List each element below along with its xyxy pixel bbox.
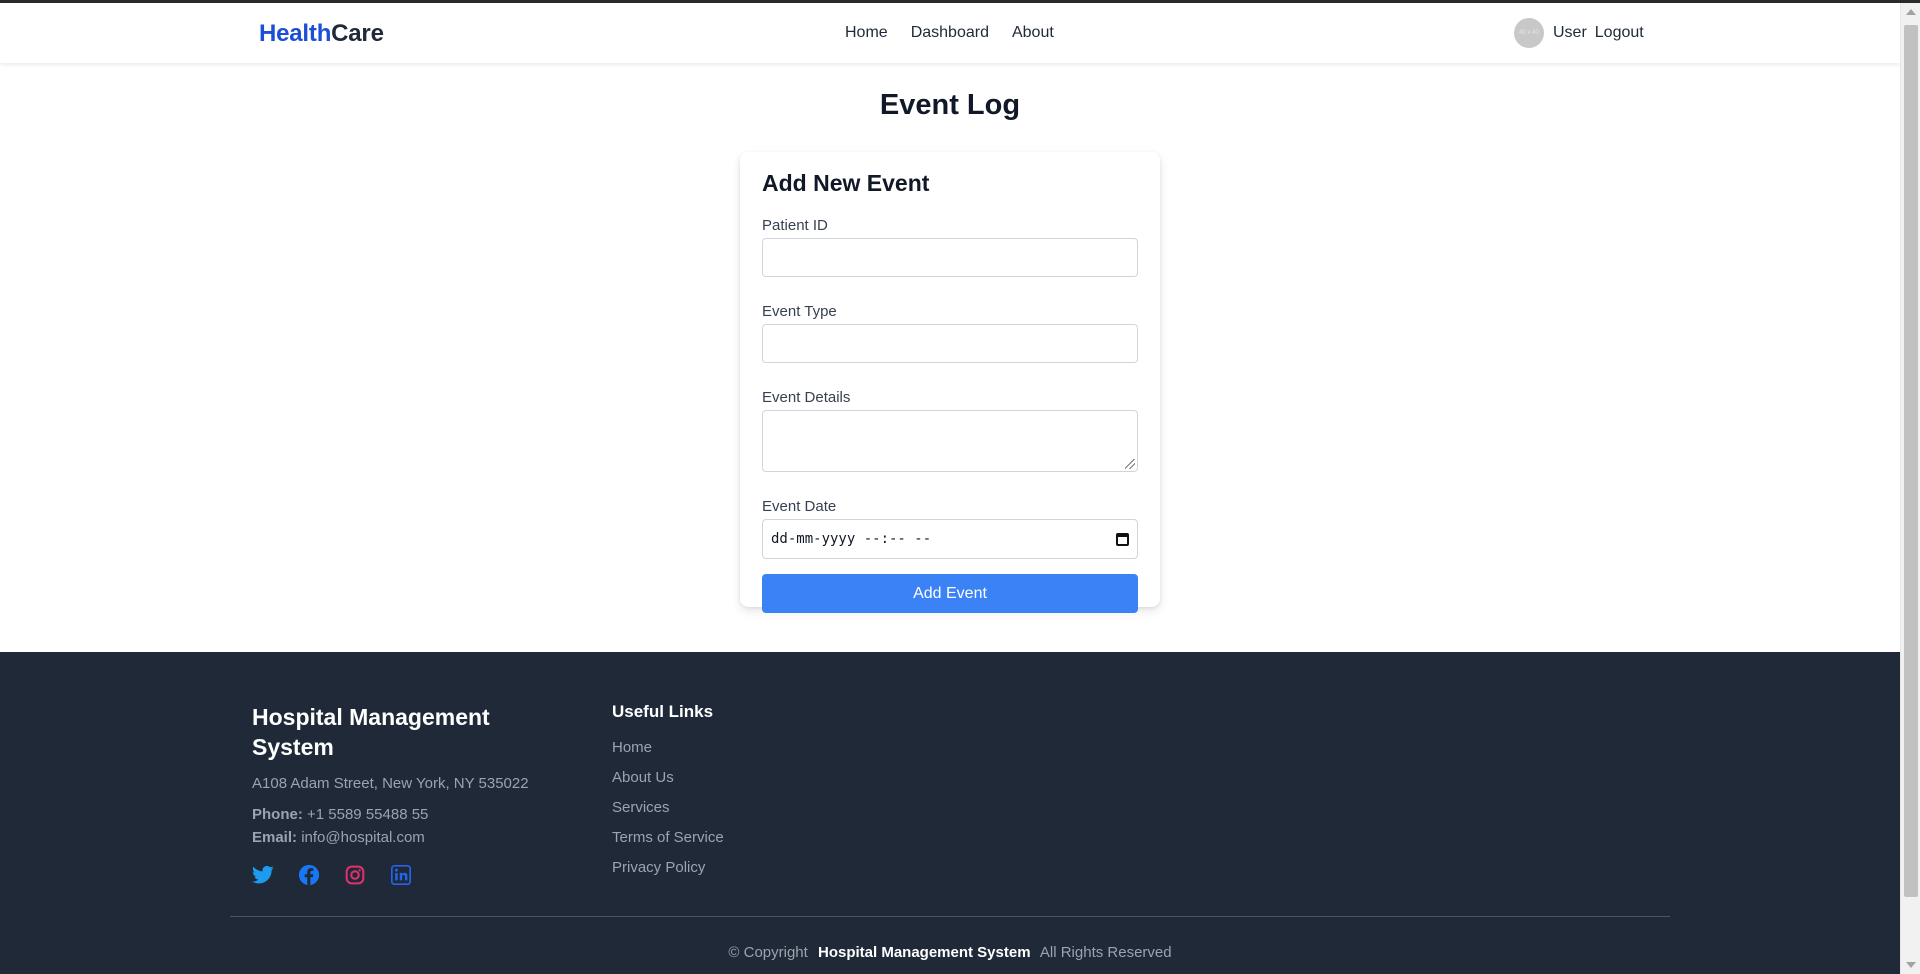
copyright: © Copyright Hospital Management System A… (0, 944, 1900, 961)
scrollbar-thumb[interactable] (1904, 25, 1918, 897)
page-title: Event Log (879, 89, 1021, 121)
nav-about[interactable]: About (1012, 24, 1054, 42)
logout-link[interactable]: Logout (1595, 24, 1644, 42)
logo-health: Health (259, 20, 332, 47)
resize-handle-icon[interactable] (1125, 459, 1135, 469)
main-nav: Home Dashboard About (845, 24, 1054, 42)
footer-link-terms[interactable]: Terms of Service (612, 829, 724, 859)
scroll-down-arrow-icon[interactable] (1906, 962, 1916, 968)
add-event-button[interactable]: Add Event (762, 574, 1138, 613)
logo-care: Care (331, 20, 384, 47)
copyright-prefix: © Copyright (728, 944, 808, 961)
nav-dashboard[interactable]: Dashboard (911, 24, 989, 42)
avatar[interactable]: 40 x 40 (1514, 18, 1544, 48)
footer-link-about[interactable]: About Us (612, 769, 724, 799)
copyright-name: Hospital Management System (817, 944, 1031, 961)
facebook-icon[interactable] (298, 864, 320, 886)
logo[interactable]: HealthCare (259, 20, 384, 48)
footer-link-privacy[interactable]: Privacy Policy (612, 859, 724, 889)
footer-link-services[interactable]: Services (612, 799, 724, 829)
useful-links-title: Useful Links (612, 702, 714, 721)
footer-email: Email: info@hospital.com (252, 829, 425, 846)
patient-id-label: Patient ID (762, 217, 828, 234)
scroll-up-arrow-icon[interactable] (1906, 9, 1916, 15)
calendar-icon[interactable] (1116, 532, 1129, 546)
footer-address: A108 Adam Street, New York, NY 535022 (252, 775, 529, 792)
page: HealthCare Home Dashboard About 40 x 40 … (0, 3, 1900, 974)
patient-id-input[interactable] (762, 238, 1138, 277)
top-navbar: HealthCare Home Dashboard About 40 x 40 … (0, 3, 1900, 63)
footer-phone: Phone: +1 5589 55488 55 (252, 806, 428, 823)
user-menu: 40 x 40 User Logout (1514, 18, 1644, 48)
twitter-icon[interactable] (252, 864, 274, 886)
instagram-icon[interactable] (344, 864, 366, 886)
useful-links-list: Home About Us Services Terms of Service … (612, 739, 724, 889)
linkedin-icon[interactable] (390, 864, 412, 886)
social-links (252, 864, 412, 886)
footer: Hospital Management System A108 Adam Str… (0, 652, 1900, 974)
email-label: Email: (252, 829, 298, 846)
footer-brand: Hospital Management System (252, 704, 490, 760)
nav-home[interactable]: Home (845, 24, 888, 42)
event-date-label: Event Date (762, 498, 837, 515)
username-label: User (1553, 24, 1587, 41)
event-details-textarea[interactable] (762, 410, 1138, 472)
event-date-placeholder: dd-mm-yyyy --:-- -- (771, 531, 932, 547)
event-type-label: Event Type (762, 303, 837, 320)
vertical-scrollbar[interactable] (1900, 3, 1920, 974)
email-value: info@hospital.com (301, 829, 425, 846)
add-event-form: Add New Event Patient ID Event Type Even… (740, 152, 1160, 613)
event-type-input[interactable] (762, 324, 1138, 363)
form-title: Add New Event (762, 170, 930, 196)
phone-value: +1 5589 55488 55 (307, 806, 429, 823)
event-date-input[interactable]: dd-mm-yyyy --:-- -- (762, 519, 1138, 559)
event-details-label: Event Details (762, 389, 851, 406)
copyright-suffix: All Rights Reserved (1039, 944, 1172, 961)
phone-label: Phone: (252, 806, 303, 823)
footer-link-home[interactable]: Home (612, 739, 724, 769)
footer-divider (230, 916, 1670, 917)
